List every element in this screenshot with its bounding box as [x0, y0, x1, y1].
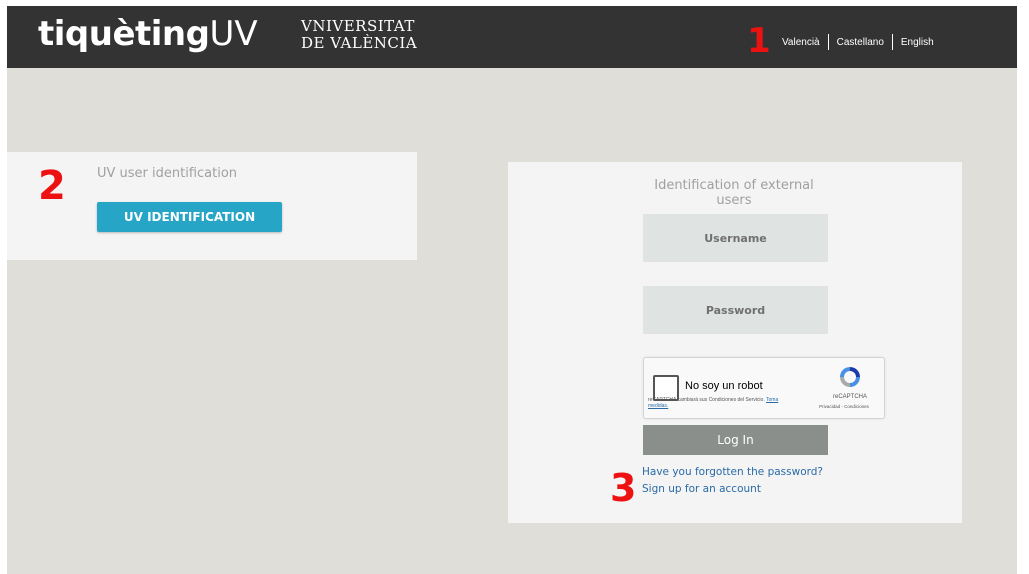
language-selector: Valencià Castellano English [782, 34, 934, 50]
recaptcha-terms: reCAPTCHA cambiará sus Condiciones del S… [648, 397, 798, 409]
site-header: tiquètingUV VNIVERSITAT DE VALÈNCIA Vale… [7, 6, 1017, 68]
login-button[interactable]: Log In [643, 425, 828, 455]
page-frame: tiquètingUV VNIVERSITAT DE VALÈNCIA Vale… [7, 6, 1017, 574]
username-field[interactable]: Username [643, 214, 828, 262]
tiqueting-logo[interactable]: tiquètingUV [38, 12, 258, 56]
recaptcha-conditions-link[interactable]: Condiciones [844, 404, 869, 409]
lang-divider [827, 34, 829, 50]
uv-login-title: UV user identification [97, 166, 238, 181]
university-line-2: DE VALÈNCIA [301, 34, 418, 52]
forgot-password-link[interactable]: Have you forgotten the password? [642, 466, 823, 478]
uv-login-panel: UV user identification UV IDENTIFICATION [7, 152, 417, 260]
lang-divider [891, 34, 893, 50]
recaptcha-icon [840, 367, 860, 387]
recaptcha-label: No soy un robot [685, 380, 763, 392]
external-login-title: Identification of external users [654, 178, 814, 208]
lang-english[interactable]: English [901, 37, 934, 48]
university-line-1: VNIVERSITAT [301, 17, 415, 35]
lang-castellano[interactable]: Castellano [837, 37, 884, 48]
external-login-panel: Identification of external users Usernam… [508, 162, 962, 523]
recaptcha-brand: reCAPTCHA [832, 394, 867, 400]
uv-identification-button[interactable]: UV IDENTIFICATION [97, 202, 282, 232]
signup-link[interactable]: Sign up for an account [642, 483, 761, 495]
university-logo[interactable]: VNIVERSITAT DE VALÈNCIA [301, 18, 417, 52]
logo-main: tiquèting [38, 14, 210, 54]
lang-valencia[interactable]: Valencià [782, 37, 820, 48]
logo-suffix: UV [209, 14, 258, 54]
password-field[interactable]: Password [643, 286, 828, 334]
recaptcha-privacy-link[interactable]: Privacidad [819, 404, 840, 409]
annotation-marker-1: 1 [747, 21, 771, 61]
annotation-marker-3: 3 [610, 466, 637, 510]
recaptcha-links: Privacidad - Condiciones [819, 404, 869, 409]
annotation-marker-2: 2 [38, 163, 66, 209]
recaptcha-widget: No soy un robot reCAPTCHA cambiará sus C… [643, 357, 885, 419]
